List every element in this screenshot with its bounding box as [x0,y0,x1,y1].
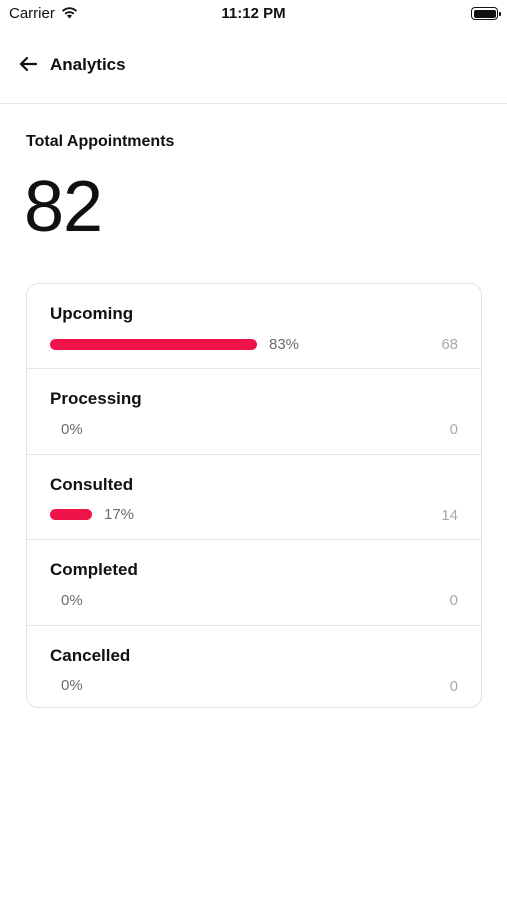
app-bar: Analytics [0,28,507,104]
stat-percent: 83% [269,335,300,353]
stat-row-completed: Completed 0% 0 [27,540,481,626]
progress-bar-fill [50,338,257,350]
stat-progress: 83% [50,334,299,354]
stat-progress: 17% [50,505,134,525]
stat-label: Completed [50,560,138,580]
stat-row-consulted: Consulted 17% 14 [27,455,481,541]
stat-row-cancelled: Cancelled 0% 0 [27,626,481,707]
stat-row-processing: Processing 0% 0 [27,369,481,455]
stat-percent: 0% [61,591,83,609]
stat-count: 0 [449,592,458,610]
stat-label: Upcoming [50,304,134,323]
arrow-left-icon [19,56,38,72]
stat-percent: 17% [104,506,135,524]
stat-row-upcoming: Upcoming 83% 68 [27,284,481,370]
stat-label: Cancelled [50,645,131,665]
battery-icon [471,7,501,20]
clock: 11:12 PM [221,5,286,22]
stat-label: Processing [50,389,142,409]
stat-label: Consulted [50,474,134,494]
page-title: Analytics [50,55,126,74]
stat-percent: 0% [61,677,83,695]
stat-count: 14 [441,506,458,524]
status-bar: Carrier 11:12 PM [0,0,507,28]
progress-bar-fill [50,509,92,521]
stats-card: Upcoming 83% 68 Processing 0% 0 Consulted 17% 14… [26,283,482,708]
total-appointments-value: 82 [24,167,103,247]
stat-count: 0 [449,421,458,439]
back-button[interactable] [16,52,40,76]
total-appointments-label: Total Appointments [26,133,175,150]
stat-count: 0 [449,677,458,695]
stat-progress: 0% [50,590,83,610]
stat-progress: 0% [50,419,83,439]
stat-percent: 0% [61,420,83,438]
stat-count: 68 [441,336,458,353]
stat-progress: 0% [50,676,83,696]
